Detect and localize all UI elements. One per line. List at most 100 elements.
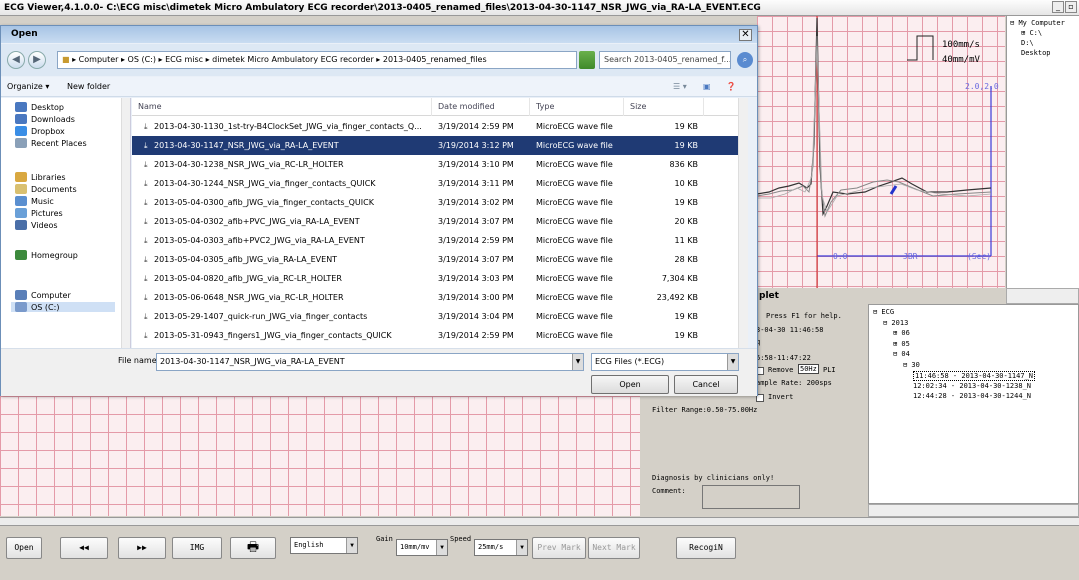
file-type: MicroECG wave file	[536, 274, 613, 283]
speed-select[interactable]: 25mm/s ▼	[474, 539, 528, 556]
record-tree-item[interactable]: 12:44:28 - 2013-04-30-1244_N	[913, 392, 1031, 400]
app-title-bar: ECG Viewer,4.1.0.0- C:\ECG misc\dimetek …	[0, 0, 1079, 16]
comment-field[interactable]	[702, 485, 800, 509]
file-row[interactable]: ⤓ 2013-04-30-1147_NSR_JWG_via_RA-LA_EVENT…	[132, 136, 738, 155]
next-page-button[interactable]: ▶▶	[118, 537, 166, 559]
back-button[interactable]: ◀	[7, 51, 25, 69]
preview-pane-icon[interactable]: ▣	[703, 77, 711, 97]
file-row[interactable]: ⤓ 2013-05-04-0820_afib_JWG_via_RC-LR_HOLT…	[132, 269, 738, 288]
prev-mark-button[interactable]: Prev Mark	[532, 537, 586, 559]
file-row[interactable]: ⤓ 2013-05-04-0300_afib_JWG_via_finger_con…	[132, 193, 738, 212]
file-date: 3/19/2014 3:11 PM	[438, 179, 514, 188]
dialog-toolbar: Organize ▾ New folder ☰ ▾ ▣ ❓	[1, 77, 757, 97]
dialog-close-button[interactable]: ✕	[739, 29, 752, 41]
file-size: 19 KB	[674, 331, 698, 340]
folder-icon	[15, 302, 27, 312]
ecg-axis-unit: (Sec)	[967, 252, 992, 261]
record-tree-item[interactable]: 11:46:58 - 2013-04-30-1147_N	[913, 371, 1036, 381]
nav-item-music[interactable]: Music	[15, 196, 54, 206]
maximize-button[interactable]: ▫	[1065, 1, 1077, 13]
nav-item-pictures[interactable]: Pictures	[15, 208, 63, 218]
open-button[interactable]: Open	[591, 375, 669, 394]
column-type[interactable]: Type	[530, 98, 624, 116]
nav-item-os-c[interactable]: OS (C:)	[11, 302, 115, 312]
search-icon[interactable]: ⌕	[737, 52, 753, 68]
prev-page-button[interactable]: ◀◀	[60, 537, 108, 559]
record-tree[interactable]: ⊟ ECG ⊟ 2013 ⊞ 06 ⊞ 05 ⊟ 04 ⊟ 30 11:46:58 - 20…	[868, 304, 1079, 504]
column-name[interactable]: Name	[132, 98, 432, 116]
organize-button[interactable]: Organize ▾	[7, 77, 49, 97]
record-tree-scrollbar[interactable]	[868, 504, 1079, 517]
folder-icon: ■	[62, 55, 73, 64]
refresh-icon[interactable]	[579, 51, 595, 69]
nav-item-homegroup[interactable]: Homegroup	[15, 250, 78, 260]
next-mark-button[interactable]: Next Mark	[588, 537, 640, 559]
new-folder-button[interactable]: New folder	[67, 77, 110, 97]
chevron-down-icon[interactable]: ▼	[572, 354, 583, 370]
nav-item-downloads[interactable]: Downloads	[15, 114, 75, 124]
file-name: 2013-05-04-0300_afib_JWG_via_finger_cont…	[154, 198, 374, 207]
file-date: 3/19/2014 3:10 PM	[438, 160, 514, 169]
tree-item-c-drive[interactable]: ⊞ C:\	[1021, 29, 1042, 37]
wave-file-icon: ⤓	[144, 312, 148, 321]
nav-item-computer[interactable]: Computer	[15, 290, 71, 300]
file-name: 2013-05-06-0648_NSR_JWG_via_RC-LR_HOLTER	[154, 293, 344, 302]
nav-item-dropbox[interactable]: Dropbox	[15, 126, 65, 136]
view-options-icon[interactable]: ☰ ▾	[673, 77, 687, 97]
file-date: 3/19/2014 2:59 PM	[438, 236, 514, 245]
nav-item-desktop[interactable]: Desktop	[15, 102, 64, 112]
folder-icon	[15, 208, 27, 218]
file-list-scrollbar[interactable]	[738, 98, 748, 348]
chevron-down-icon[interactable]: ▼	[727, 354, 738, 370]
help-icon[interactable]: ❓	[726, 77, 736, 97]
timeline-strip[interactable]	[0, 517, 1079, 526]
wave-file-icon: ⤓	[144, 217, 148, 226]
forward-button[interactable]: ▶	[28, 51, 46, 69]
remove-label: Remove	[768, 366, 794, 374]
tree-item-d-drive[interactable]: D:\	[1021, 39, 1034, 47]
column-size[interactable]: Size	[624, 98, 704, 116]
file-row[interactable]: ⤓ 2013-05-29-1407_quick-run_JWG_via_finge…	[132, 307, 738, 326]
tree-item-desktop[interactable]: Desktop	[1021, 49, 1051, 57]
filename-input[interactable]: 2013-04-30-1147_NSR_JWG_via_RA-LA_EVENT ▼	[156, 353, 584, 371]
tree-horizontal-scrollbar[interactable]	[1006, 288, 1079, 304]
file-row[interactable]: ⤓ 2013-05-04-0303_afib+PVC2_JWG_via_RA-LA…	[132, 231, 738, 250]
file-name: 2013-04-30-1130_1st-try-B4ClockSet_JWG_v…	[154, 122, 422, 131]
nav-scrollbar[interactable]	[121, 98, 130, 348]
file-row[interactable]: ⤓ 2013-05-06-0648_NSR_JWG_via_RC-LR_HOLTE…	[132, 288, 738, 307]
record-tree-item[interactable]: ⊟ 2013	[883, 319, 908, 327]
file-row[interactable]: ⤓ 2013-05-31-0943_fingers1_JWG_via_finger…	[132, 326, 738, 345]
address-bar[interactable]: ■ ▸ Computer ▸ OS (C:) ▸ ECG misc ▸ dime…	[57, 51, 577, 69]
nav-item-libraries[interactable]: Libraries	[15, 172, 66, 182]
search-input[interactable]: Search 2013-0405_renamed_f...	[599, 51, 731, 69]
open-file-button[interactable]: Open	[6, 537, 42, 559]
file-row[interactable]: ⤓ 2013-05-04-0302_afib+PVC_JWG_via_RA-LA_…	[132, 212, 738, 231]
record-tree-item[interactable]: ⊞ 05	[893, 340, 910, 348]
record-tree-item[interactable]: ⊟ 04	[893, 350, 910, 358]
nav-item-recent-places[interactable]: Recent Places	[15, 138, 87, 148]
record-tree-item[interactable]: ⊟ 30	[903, 361, 920, 369]
file-row[interactable]: ⤓ 2013-04-30-1238_NSR_JWG_via_RC-LR_HOLTE…	[132, 155, 738, 174]
file-row[interactable]: ⤓ 2013-05-04-0305_afib_JWG_via_RA-LA_EVEN…	[132, 250, 738, 269]
filter-range: Filter Range:0.50-75.00Hz	[652, 406, 758, 414]
filetype-select[interactable]: ECG Files (*.ECG) ▼	[591, 353, 739, 371]
folder-tree[interactable]: ⊟ My Computer ⊞ C:\ D:\ Desktop	[1006, 16, 1079, 288]
nav-item-videos[interactable]: Videos	[15, 220, 58, 230]
file-row[interactable]: ⤓ 2013-04-30-1130_1st-try-B4ClockSet_JWG_…	[132, 117, 738, 136]
record-tree-item[interactable]: ⊟ ECG	[873, 308, 894, 316]
column-date[interactable]: Date modified	[432, 98, 530, 116]
recognize-button[interactable]: RecogiN	[676, 537, 736, 559]
pli-frequency-select[interactable]: 50Hz	[798, 364, 819, 374]
record-tree-item[interactable]: ⊞ 06	[893, 329, 910, 337]
image-button[interactable]: IMG	[172, 537, 222, 559]
file-name: 2013-04-30-1244_NSR_JWG_via_finger_conta…	[154, 179, 376, 188]
cancel-button[interactable]: Cancel	[674, 375, 738, 394]
printer-icon[interactable]: 🖶	[230, 537, 276, 559]
gain-select[interactable]: 10mm/mv ▼	[396, 539, 448, 556]
tree-item-my-computer[interactable]: ⊟ My Computer	[1010, 19, 1065, 27]
language-select[interactable]: English ▼	[290, 537, 358, 554]
minimize-button[interactable]: _	[1052, 1, 1064, 13]
nav-item-documents[interactable]: Documents	[15, 184, 77, 194]
record-tree-item[interactable]: 12:02:34 - 2013-04-30-1238_N	[913, 382, 1031, 390]
file-row[interactable]: ⤓ 2013-04-30-1244_NSR_JWG_via_finger_cont…	[132, 174, 738, 193]
